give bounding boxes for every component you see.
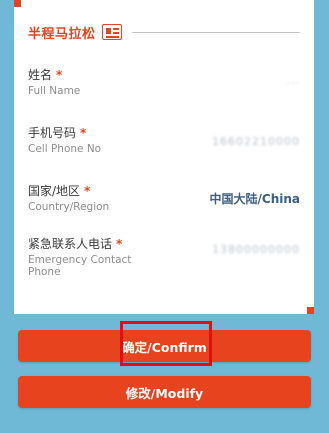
race-badge-icon (101, 24, 122, 40)
field-name-label-en: Full Name (28, 85, 81, 97)
required-mark: * (56, 68, 63, 82)
modify-button[interactable]: 修改/Modify (18, 376, 311, 408)
field-phone-label: 手机号码 * Cell Phone No (28, 124, 101, 155)
field-emergency-label: 紧急联系人电话 * Emergency Contact Phone (28, 235, 131, 278)
required-mark: * (80, 126, 87, 140)
field-name-label-cn: 姓名 (28, 68, 53, 82)
field-phone-label-cn: 手机号码 (28, 126, 77, 140)
section-header: 半程马拉松 (28, 22, 300, 42)
field-name-label: 姓名 * Full Name (28, 66, 80, 97)
confirm-highlight-box (120, 321, 212, 366)
field-country-value: 中国大陆/China (209, 192, 301, 206)
field-emergency-label-en: Emergency Contact (28, 254, 132, 266)
field-phone-label-en: Cell Phone No (28, 143, 102, 155)
field-emergency-label-en-2: Phone (28, 266, 61, 278)
card-corner-accent (307, 307, 314, 314)
header-divider (131, 31, 300, 33)
field-country-label-cn: 国家/地区 (28, 184, 81, 198)
section-title: 半程马拉松 (28, 26, 96, 42)
required-mark: * (116, 237, 123, 251)
field-country-label: 国家/地区 * Country/Region (28, 182, 109, 213)
field-emergency-label-cn: 紧急联系人电话 (28, 237, 113, 251)
required-mark: * (84, 184, 91, 198)
field-name-value: ... (286, 74, 300, 87)
field-emergency-value: 13800000000 (212, 243, 300, 256)
field-phone-value: 16602210000 (212, 135, 300, 148)
field-country-label-en: Country/Region (28, 201, 110, 213)
registration-card: 半程马拉松 姓名 * Full Name ... 手机号码 * Cell Phone… (14, 0, 314, 314)
card-corner-accent (14, 0, 21, 7)
